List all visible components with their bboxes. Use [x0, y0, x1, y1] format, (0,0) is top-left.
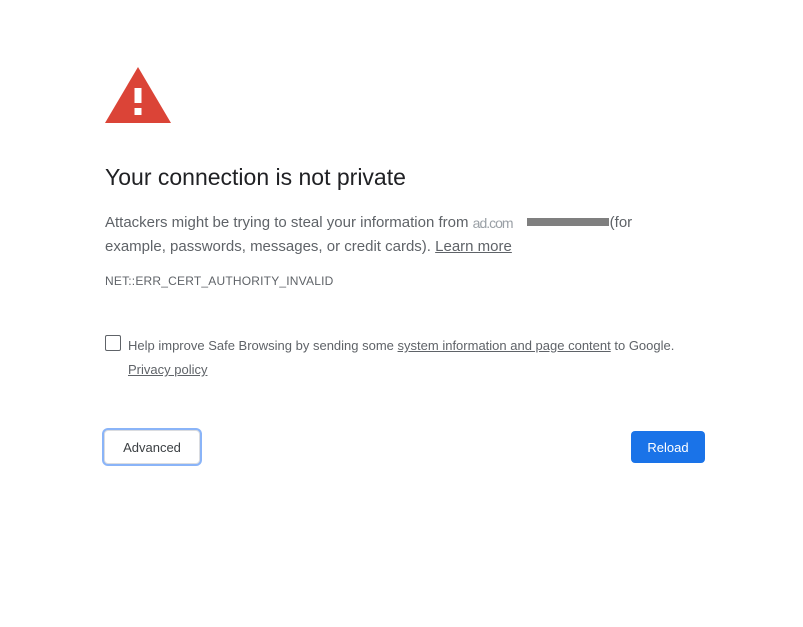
- warning-triangle-icon: [105, 67, 171, 123]
- safe-browsing-checkbox[interactable]: [105, 335, 121, 351]
- explanation-lead: Attackers might be trying to steal your …: [105, 214, 469, 231]
- privacy-policy-link[interactable]: Privacy policy: [128, 362, 207, 377]
- page-title: Your connection is not private: [105, 164, 406, 190]
- redacted-host-fragment: ad.com: [472, 215, 514, 231]
- advanced-button[interactable]: Advanced: [104, 430, 200, 464]
- system-info-link[interactable]: system information and page content: [398, 338, 611, 353]
- error-code: NET::ERR_CERT_AUTHORITY_INVALID: [105, 274, 334, 288]
- learn-more-link[interactable]: Learn more: [435, 238, 512, 255]
- reload-button[interactable]: Reload: [631, 431, 705, 463]
- explanation-text: Attackers might be trying to steal your …: [105, 211, 665, 259]
- safe-browsing-lead: Help improve Safe Browsing by sending so…: [128, 338, 394, 353]
- safe-browsing-tail: to Google.: [614, 338, 675, 353]
- redaction-bar: [526, 218, 609, 226]
- safe-browsing-text: Help improve Safe Browsing by sending so…: [128, 334, 728, 382]
- redacted-hostname: ad.com: [473, 214, 610, 231]
